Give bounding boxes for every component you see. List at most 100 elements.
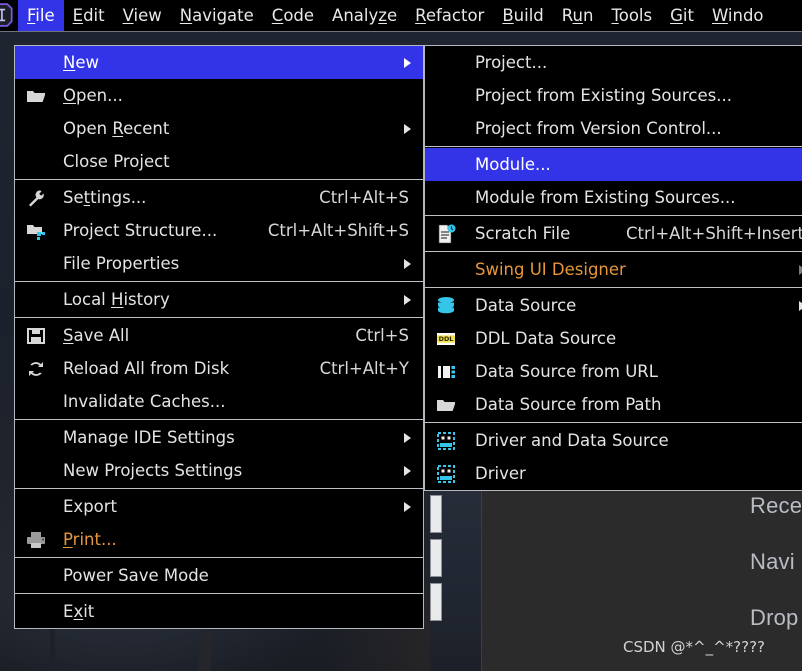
welcome-text-line: Drop [750,605,799,630]
new-submenu-item-driver[interactable]: Driver [425,457,802,490]
file-menu-item-power-save-mode[interactable]: Power Save Mode [15,559,423,592]
menu-separator [425,422,802,423]
welcome-text-line: Navi [750,549,795,574]
menu-item-label: New [63,53,99,72]
new-submenu-item-data-source[interactable]: Data Source [425,289,802,322]
file-menu-item-open[interactable]: Open... [15,79,423,112]
reload-icon [25,358,47,380]
intellij-idea-logo-icon [0,3,13,27]
ddl-icon: DDL [435,328,457,350]
menubar-item-code[interactable]: Code [263,0,323,31]
file-menu-item-project-structure[interactable]: Project Structure... Ctrl+Alt+Shift+S [15,214,423,247]
menu-item-label: Project from Existing Sources... [475,86,732,105]
menu-separator [15,179,423,180]
menubar-item-windo[interactable]: Windo [703,0,773,31]
new-submenu-item-project-from-version-control[interactable]: Project from Version Control... [425,112,802,145]
menu-separator [15,557,423,558]
new-submenu-item-project-from-existing-sources[interactable]: Project from Existing Sources... [425,79,802,112]
menu-item-label: File Properties [63,254,180,273]
menu-item-label: Module... [475,155,551,174]
file-menu-item-save-all[interactable]: Save All Ctrl+S [15,319,423,352]
menubar-item-build[interactable]: Build [493,0,552,31]
menubar-item-git[interactable]: Git [661,0,703,31]
submenu-arrow-icon [404,465,411,476]
file-menu-dropdown: New Open... Open Recent Close Project Settin… [14,45,424,629]
new-submenu-item-module[interactable]: Module... [425,148,802,181]
menu-separator [425,287,802,288]
printer-icon [25,529,47,551]
file-menu-item-local-history[interactable]: Local History [15,283,423,316]
file-menu-item-reload-all-from-disk[interactable]: Reload All from Disk Ctrl+Alt+Y [15,352,423,385]
menu-item-label: Swing UI Designer [475,260,626,279]
new-submenu-item-driver-and-data-source[interactable]: Driver and Data Source [425,424,802,457]
folder-open-icon [435,394,457,416]
menubar-item-tools[interactable]: Tools [602,0,661,31]
menubar-item-label: File [27,6,55,25]
welcome-text-line: Rece [750,493,802,518]
file-menu-item-invalidate-caches[interactable]: Invalidate Caches... [15,385,423,418]
menu-item-label: New Projects Settings [63,461,243,480]
menubar-item-refactor[interactable]: Refactor [406,0,493,31]
menu-item-label: Invalidate Caches... [63,392,226,411]
save-icon [25,325,47,347]
new-submenu-item-ddl-data-source[interactable]: DDL DDL Data Source [425,322,802,355]
file-menu-item-file-properties[interactable]: File Properties [15,247,423,280]
file-menu-item-open-recent[interactable]: Open Recent [15,112,423,145]
new-submenu-item-data-source-from-path[interactable]: Data Source from Path [425,388,802,421]
menu-item-label: Exit [63,602,95,621]
menu-item-shortcut: Ctrl+Alt+Y [319,359,409,378]
menu-separator [425,215,802,216]
menu-item-label: Data Source from Path [475,395,662,414]
file-menu-item-close-project[interactable]: Close Project [15,145,423,178]
menu-item-label: Power Save Mode [63,566,209,585]
new-submenu-item-project[interactable]: Project... [425,46,802,79]
menubar-item-navigate[interactable]: Navigate [171,0,263,31]
new-submenu-item-swing-ui-designer[interactable]: Swing UI Designer [425,253,802,286]
submenu-arrow-icon [404,432,411,443]
menubar-item-label: Windo [711,6,764,25]
folder-open-icon [25,85,47,107]
driver-icon [435,430,457,452]
new-submenu-item-data-source-from-url[interactable]: Data Source from URL [425,355,802,388]
menu-separator [15,419,423,420]
menubar-item-label: Code [271,6,315,25]
database-icon [435,295,457,317]
menubar-item-file[interactable]: File [18,0,64,31]
menu-separator [15,593,423,594]
file-menu-item-manage-ide-settings[interactable]: Manage IDE Settings [15,421,423,454]
file-menu-item-export[interactable]: Export [15,490,423,523]
menu-item-shortcut: Ctrl+S [355,326,409,345]
menu-item-shortcut: Ctrl+Alt+S [319,188,409,207]
menu-item-label: Data Source from URL [475,362,658,381]
menubar-item-view[interactable]: View [114,0,171,31]
menubar-item-label: Navigate [179,6,254,25]
menu-item-shortcut: Ctrl+Alt+Shift+Insert [625,224,802,243]
menu-item-label: Close Project [63,152,170,171]
new-submenu-item-scratch-file[interactable]: Scratch File Ctrl+Alt+Shift+Insert [425,217,802,250]
menubar-item-label: Run [561,6,594,25]
file-menu-item-print[interactable]: Print... [15,523,423,556]
menubar-item-label: View [122,6,162,25]
welcome-strip-box [430,539,442,577]
csdn-watermark: CSDN @*^_^*???? [623,638,766,656]
url-source-icon [435,361,457,383]
file-menu-item-new[interactable]: New [15,46,423,79]
file-menu-item-settings[interactable]: Settings... Ctrl+Alt+S [15,181,423,214]
menubar-item-label: Edit [72,6,105,25]
menubar-item-label: Build [502,6,544,25]
menubar-item-run[interactable]: Run [553,0,603,31]
menubar-item-edit[interactable]: Edit [64,0,114,31]
new-submenu-item-module-from-existing-sources[interactable]: Module from Existing Sources... [425,181,802,214]
welcome-side-strip [430,487,482,671]
submenu-arrow-icon [404,258,411,269]
menu-item-label: Reload All from Disk [63,359,230,378]
file-menu-item-exit[interactable]: Exit [15,595,423,628]
project-structure-icon [25,220,47,242]
file-menu-item-new-projects-settings[interactable]: New Projects Settings [15,454,423,487]
menu-separator [425,146,802,147]
submenu-arrow-icon [404,501,411,512]
menubar-item-analyze[interactable]: Analyze [323,0,406,31]
application-window: Rece Navi Drop CSDN @*^_^*???? File Edit V… [0,0,802,671]
menu-item-label: Open Recent [63,119,170,138]
menu-separator [15,488,423,489]
